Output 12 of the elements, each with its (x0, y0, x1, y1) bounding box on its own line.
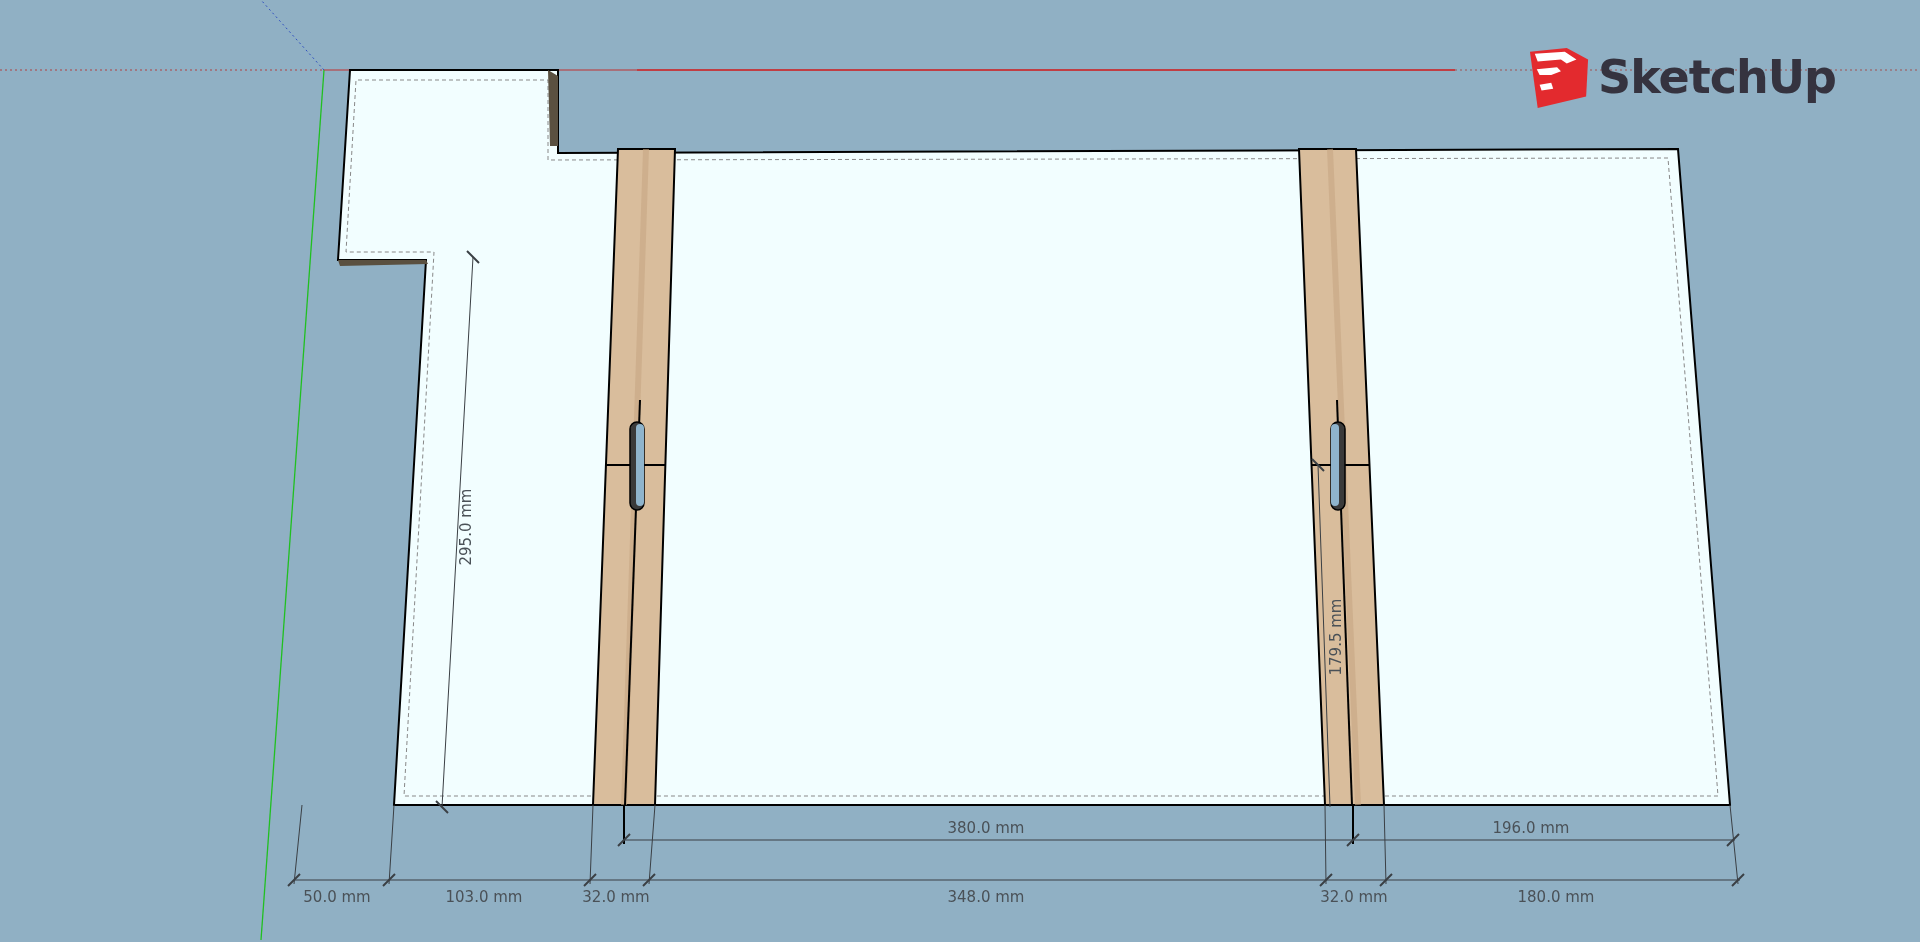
dimension-label: 50.0 mm (303, 888, 371, 906)
dimension-label: 348.0 mm (947, 888, 1025, 906)
model-viewport[interactable]: 295.0 mm 179.5 mm 380.0 mm 196.0 mm 50.0 mm 103.0 mm 32.0 mm 348.0 mm 32.0 mm 180.0 mm SketchUp (0, 0, 1920, 942)
dimension-label: 179.5 mm (1327, 598, 1345, 676)
dimension-label: 380.0 mm (947, 819, 1025, 837)
dimension-label: 180.0 mm (1517, 888, 1595, 906)
dimension-label: 32.0 mm (1320, 888, 1388, 906)
dimension-label: 32.0 mm (582, 888, 650, 906)
logo-icon (1528, 46, 1590, 108)
dimension-label: 196.0 mm (1492, 819, 1570, 837)
dimension-label: 295.0 mm (457, 488, 475, 566)
dimension-label: 103.0 mm (445, 888, 523, 906)
